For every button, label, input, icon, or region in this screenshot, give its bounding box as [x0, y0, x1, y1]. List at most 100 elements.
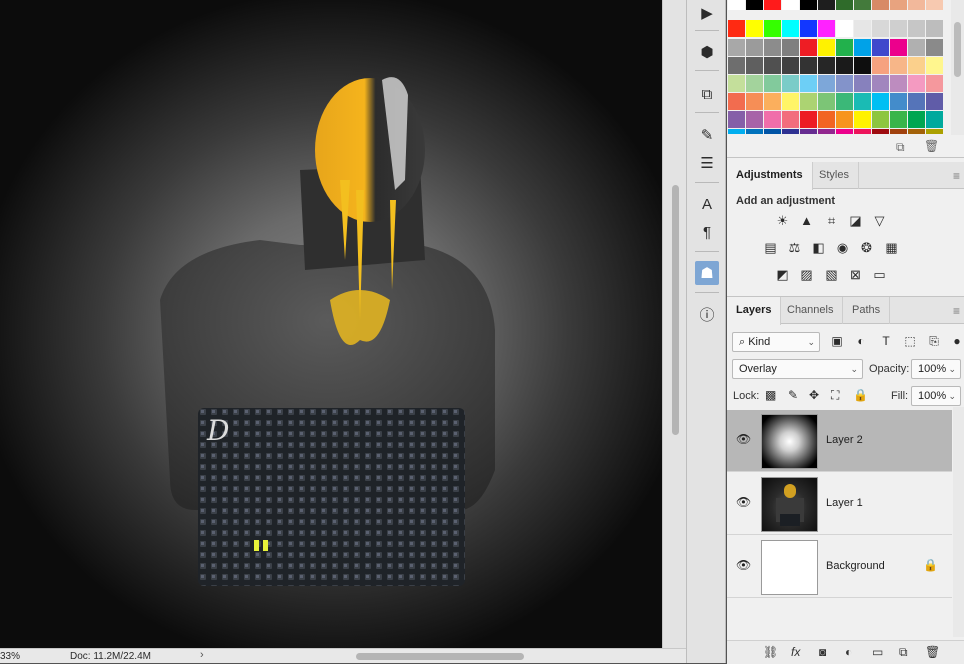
color-swatch[interactable]	[872, 39, 889, 56]
color-swatch[interactable]	[782, 93, 799, 110]
tab-styles[interactable]: Styles	[810, 162, 859, 189]
new-swatch-icon[interactable]: ⧉	[896, 140, 905, 155]
color-swatch[interactable]	[818, 93, 835, 110]
color-swatch[interactable]	[854, 93, 871, 110]
play-icon[interactable]: ▶	[695, 1, 719, 25]
color-swatch[interactable]	[728, 93, 745, 110]
channel-mixer-icon[interactable]: ❂	[858, 239, 875, 256]
color-swatch[interactable]	[818, 75, 835, 92]
color-swatch[interactable]	[818, 57, 835, 74]
brightness-contrast-icon[interactable]: ☀	[774, 212, 791, 229]
color-swatch[interactable]	[782, 20, 799, 37]
color-swatch[interactable]	[728, 57, 745, 74]
new-layer-icon[interactable]: ⧉	[899, 645, 908, 660]
color-swatch[interactable]	[800, 75, 817, 92]
color-swatch[interactable]	[908, 57, 925, 74]
sketch-figure-icon[interactable]: ☗	[695, 261, 719, 285]
swatches-scrollbar[interactable]	[951, 0, 964, 135]
color-swatch[interactable]	[800, 57, 817, 74]
color-swatch[interactable]	[764, 75, 781, 92]
color-swatch[interactable]	[818, 39, 835, 56]
color-swatch[interactable]	[854, 111, 871, 128]
color-swatch[interactable]	[800, 39, 817, 56]
pixel-filter-icon[interactable]: ▣	[829, 333, 845, 349]
character-icon[interactable]: A	[695, 192, 719, 216]
smart-object-filter-icon[interactable]: ⎘	[926, 333, 942, 349]
color-swatch[interactable]	[728, 111, 745, 128]
color-swatch[interactable]	[890, 93, 907, 110]
color-swatch[interactable]	[836, 0, 853, 10]
color-swatch[interactable]	[854, 75, 871, 92]
color-swatch[interactable]	[800, 129, 817, 134]
color-swatch[interactable]	[836, 20, 853, 37]
color-swatch[interactable]	[782, 129, 799, 134]
tab-layers[interactable]: Layers	[727, 297, 782, 325]
color-swatch[interactable]	[764, 93, 781, 110]
color-swatch[interactable]	[764, 57, 781, 74]
color-swatch[interactable]	[764, 39, 781, 56]
color-swatch[interactable]	[926, 39, 943, 56]
color-swatch[interactable]	[746, 20, 763, 37]
color-swatch[interactable]	[908, 75, 925, 92]
color-swatch[interactable]	[728, 129, 745, 134]
color-swatch[interactable]	[836, 75, 853, 92]
color-swatch[interactable]	[782, 39, 799, 56]
color-swatch[interactable]	[836, 111, 853, 128]
black-white-icon[interactable]: ◧	[810, 239, 827, 256]
color-swatch[interactable]	[836, 39, 853, 56]
color-swatch[interactable]	[908, 93, 925, 110]
color-swatch[interactable]	[728, 75, 745, 92]
color-swatch[interactable]	[800, 20, 817, 37]
color-swatch[interactable]	[782, 111, 799, 128]
link-layers-icon[interactable]: ⛓	[763, 645, 778, 659]
fill-field[interactable]: 100% ⌄	[911, 386, 961, 406]
color-swatch[interactable]	[926, 93, 943, 110]
color-swatch[interactable]	[854, 0, 871, 10]
color-lookup-icon[interactable]: ▦	[883, 239, 900, 256]
color-swatch[interactable]	[872, 129, 889, 134]
color-swatch[interactable]	[782, 75, 799, 92]
color-swatch[interactable]	[800, 111, 817, 128]
layer-name[interactable]: Layer 1	[826, 497, 863, 509]
lock-position-icon[interactable]: ✥	[809, 388, 819, 402]
color-swatch[interactable]	[746, 111, 763, 128]
color-swatch[interactable]	[872, 57, 889, 74]
layer-row-layer-2[interactable]: 👁 Layer 2	[727, 410, 952, 472]
color-swatch[interactable]	[746, 0, 763, 10]
color-swatch[interactable]	[926, 20, 943, 37]
color-swatch[interactable]	[818, 111, 835, 128]
color-swatch[interactable]	[782, 0, 799, 10]
add-mask-icon[interactable]: ◙	[819, 645, 826, 659]
curves-icon[interactable]: ⌗	[823, 212, 840, 229]
color-swatch[interactable]	[746, 75, 763, 92]
color-swatch[interactable]	[818, 129, 835, 134]
color-swatch[interactable]	[926, 129, 943, 134]
info-icon[interactable]: ⓘ	[695, 302, 719, 326]
scrollbar-thumb[interactable]	[954, 22, 961, 77]
color-swatch[interactable]	[728, 20, 745, 37]
color-swatch[interactable]	[926, 0, 943, 10]
tab-channels[interactable]: Channels	[778, 297, 844, 324]
color-swatch[interactable]	[890, 111, 907, 128]
status-menu-arrow-icon[interactable]: ›	[200, 649, 204, 661]
new-adjustment-layer-icon[interactable]: ◐	[845, 645, 852, 659]
vibrance-icon[interactable]: ▽	[871, 212, 888, 229]
invert-icon[interactable]: ◩	[774, 266, 791, 283]
eye-icon[interactable]: 👁	[736, 558, 751, 572]
photo-filter-icon[interactable]: ◉	[834, 239, 851, 256]
sliders-icon[interactable]: ☰	[695, 151, 719, 175]
delete-layer-trash-icon[interactable]: 🗑	[925, 645, 940, 659]
color-swatch[interactable]	[908, 111, 925, 128]
color-swatch[interactable]	[890, 20, 907, 37]
color-swatch[interactable]	[926, 75, 943, 92]
tab-adjustments[interactable]: Adjustments	[727, 162, 813, 190]
color-swatch[interactable]	[854, 129, 871, 134]
hue-saturation-icon[interactable]: ▤	[762, 239, 779, 256]
lock-icon[interactable]: 🔒	[923, 558, 938, 572]
color-swatch[interactable]	[836, 93, 853, 110]
layer-row-background[interactable]: 👁 Background 🔒	[727, 536, 952, 598]
color-swatch[interactable]	[746, 39, 763, 56]
color-balance-icon[interactable]: ⚖	[786, 239, 803, 256]
color-swatch[interactable]	[908, 129, 925, 134]
trash-icon[interactable]: 🗑	[924, 139, 939, 153]
